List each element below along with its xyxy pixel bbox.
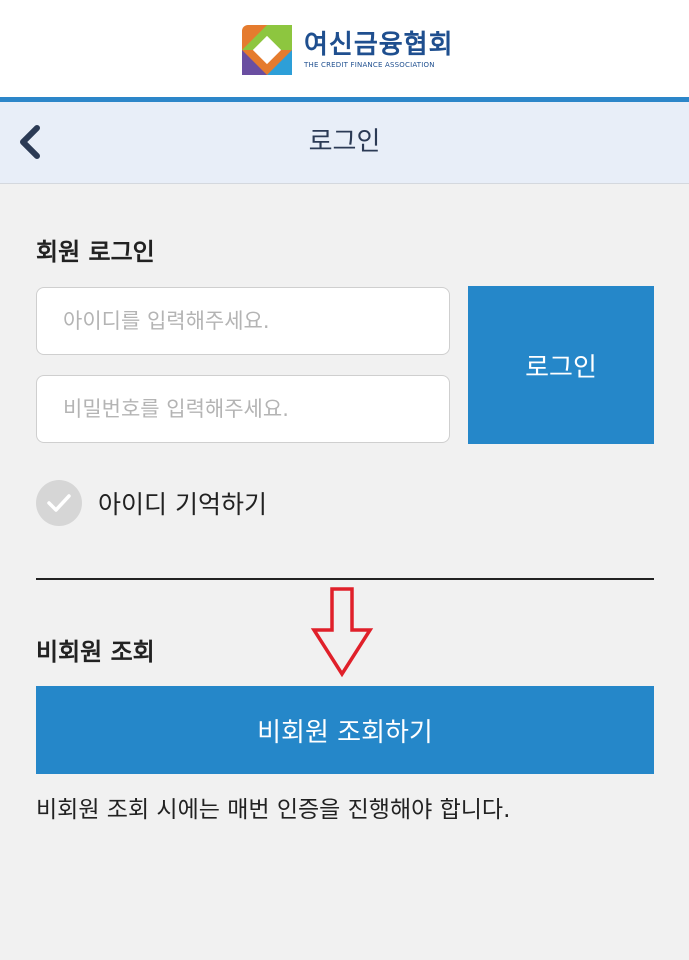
brand-subtitle: THE CREDIT FINANCE ASSOCIATION bbox=[304, 61, 435, 69]
down-arrow-annotation-icon bbox=[310, 587, 374, 678]
brand-name: 여신금융협회 bbox=[304, 30, 454, 60]
guest-lookup-button[interactable]: 비회원 조회하기 bbox=[36, 686, 654, 774]
checkbox-circle[interactable] bbox=[36, 480, 82, 526]
login-button[interactable]: 로그인 bbox=[468, 286, 654, 444]
back-button[interactable] bbox=[10, 122, 50, 162]
page-header: 로그인 bbox=[0, 102, 689, 184]
remember-id-toggle[interactable]: 아이디 기억하기 bbox=[36, 480, 267, 526]
chevron-left-icon bbox=[20, 125, 40, 159]
id-input[interactable] bbox=[36, 287, 450, 355]
remember-id-label: 아이디 기억하기 bbox=[98, 490, 267, 519]
password-input[interactable] bbox=[36, 375, 450, 443]
logo-bar: 여신금융협회 THE CREDIT FINANCE ASSOCIATION bbox=[0, 0, 689, 97]
guest-lookup-title: 비회원 조회 bbox=[36, 638, 155, 666]
member-login-title: 회원 로그인 bbox=[36, 238, 155, 266]
diamond-logo-icon bbox=[242, 25, 292, 75]
brand-logo[interactable]: 여신금융협회 THE CREDIT FINANCE ASSOCIATION bbox=[242, 24, 454, 76]
section-divider bbox=[36, 578, 654, 580]
guest-lookup-note: 비회원 조회 시에는 매번 인증을 진행해야 합니다. bbox=[36, 797, 511, 823]
page-title: 로그인 bbox=[308, 127, 381, 157]
checkmark-icon bbox=[47, 494, 71, 512]
